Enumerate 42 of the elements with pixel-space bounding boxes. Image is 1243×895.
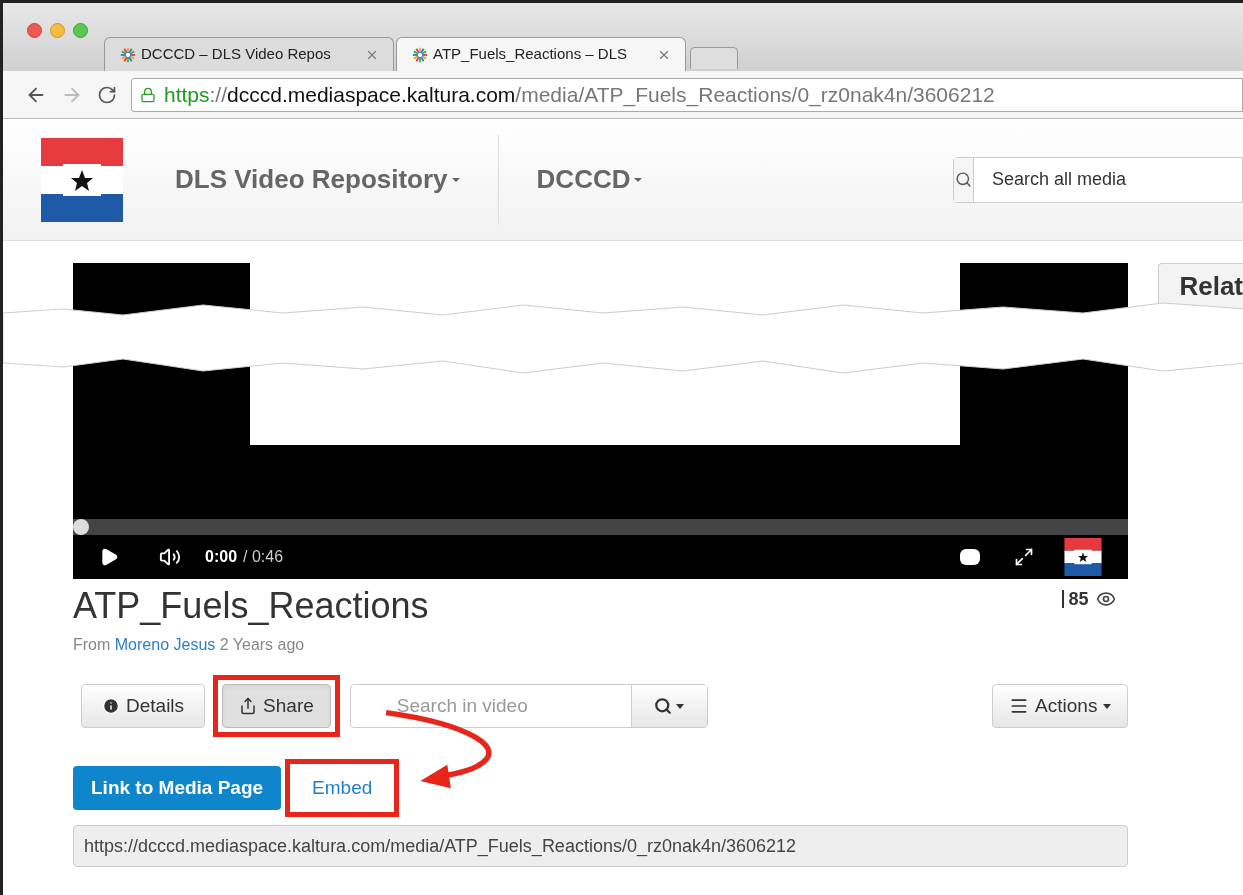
volume-icon[interactable] xyxy=(159,546,181,568)
caret-icon xyxy=(676,703,685,709)
share-tab[interactable]: Link to Media Page xyxy=(73,766,282,810)
eye-icon xyxy=(1096,589,1117,609)
actions-button[interactable]: Actions xyxy=(992,684,1129,728)
share-button[interactable]: Share xyxy=(222,684,331,728)
media-title: ATP_Fuels_Reactions xyxy=(73,584,429,628)
search-icon[interactable] xyxy=(654,697,673,715)
share-url-field[interactable]: https://dcccd.mediaspace.kaltura.com/media/ATP_Fuels_Reactions/0_rz0nak4n/3606212 xyxy=(73,825,1129,867)
search-field[interactable]: Search all media xyxy=(974,166,1242,193)
reload-icon[interactable] xyxy=(97,84,117,105)
nav-menu[interactable]: DLS Video Repository xyxy=(175,160,460,199)
byline: From Moreno Jesus 2 Years ago xyxy=(73,635,306,655)
related-tab[interactable]: Relat xyxy=(1158,263,1243,309)
fullscreen-icon[interactable] xyxy=(1014,547,1035,567)
tab-title: DCCCD – DLS Video Repos xyxy=(141,44,332,65)
duration: / 0:46 xyxy=(243,547,284,567)
starburst-icon xyxy=(119,45,137,64)
address-bar[interactable]: https://dcccd.mediaspace.kaltura.com/media/ATP_Fuels_Reactions/0_rz0nak4n/3606212 xyxy=(131,77,1243,112)
details-button[interactable]: Details xyxy=(81,684,206,728)
player-logo xyxy=(1064,538,1103,576)
browser-tab[interactable]: DCCCD – DLS Video Repos xyxy=(104,37,394,71)
search-icon xyxy=(955,171,972,188)
starburst-icon xyxy=(411,45,429,64)
lock-icon xyxy=(140,86,156,103)
search-in-video-bar[interactable]: Search in video xyxy=(349,684,708,728)
view-count: 85 xyxy=(1062,590,1089,608)
caret-icon xyxy=(1103,703,1112,709)
share-tab[interactable]: Embed xyxy=(294,766,391,810)
progress-thumb[interactable] xyxy=(73,519,89,535)
info-icon xyxy=(102,697,120,715)
search-in-video-field[interactable]: Search in video xyxy=(350,685,631,727)
author-link[interactable]: Moreno Jesus xyxy=(114,636,216,653)
browser-tab[interactable]: ATP_Fuels_Reactions – DLS xyxy=(396,37,686,71)
progress-track[interactable] xyxy=(73,519,1129,535)
current-time: 0:00 xyxy=(205,547,238,567)
url-text: https://dcccd.mediaspace.kaltura.com/media/ATP_Fuels_Reactions/0_rz0nak4n/3606212 xyxy=(164,81,995,109)
share-icon xyxy=(239,697,258,715)
play-icon[interactable] xyxy=(99,547,119,567)
search-bar[interactable]: Search all media xyxy=(953,156,1243,203)
nav-menu[interactable]: DCCCD xyxy=(536,160,643,199)
tab-title: ATP_Fuels_Reactions – DLS xyxy=(433,44,628,65)
